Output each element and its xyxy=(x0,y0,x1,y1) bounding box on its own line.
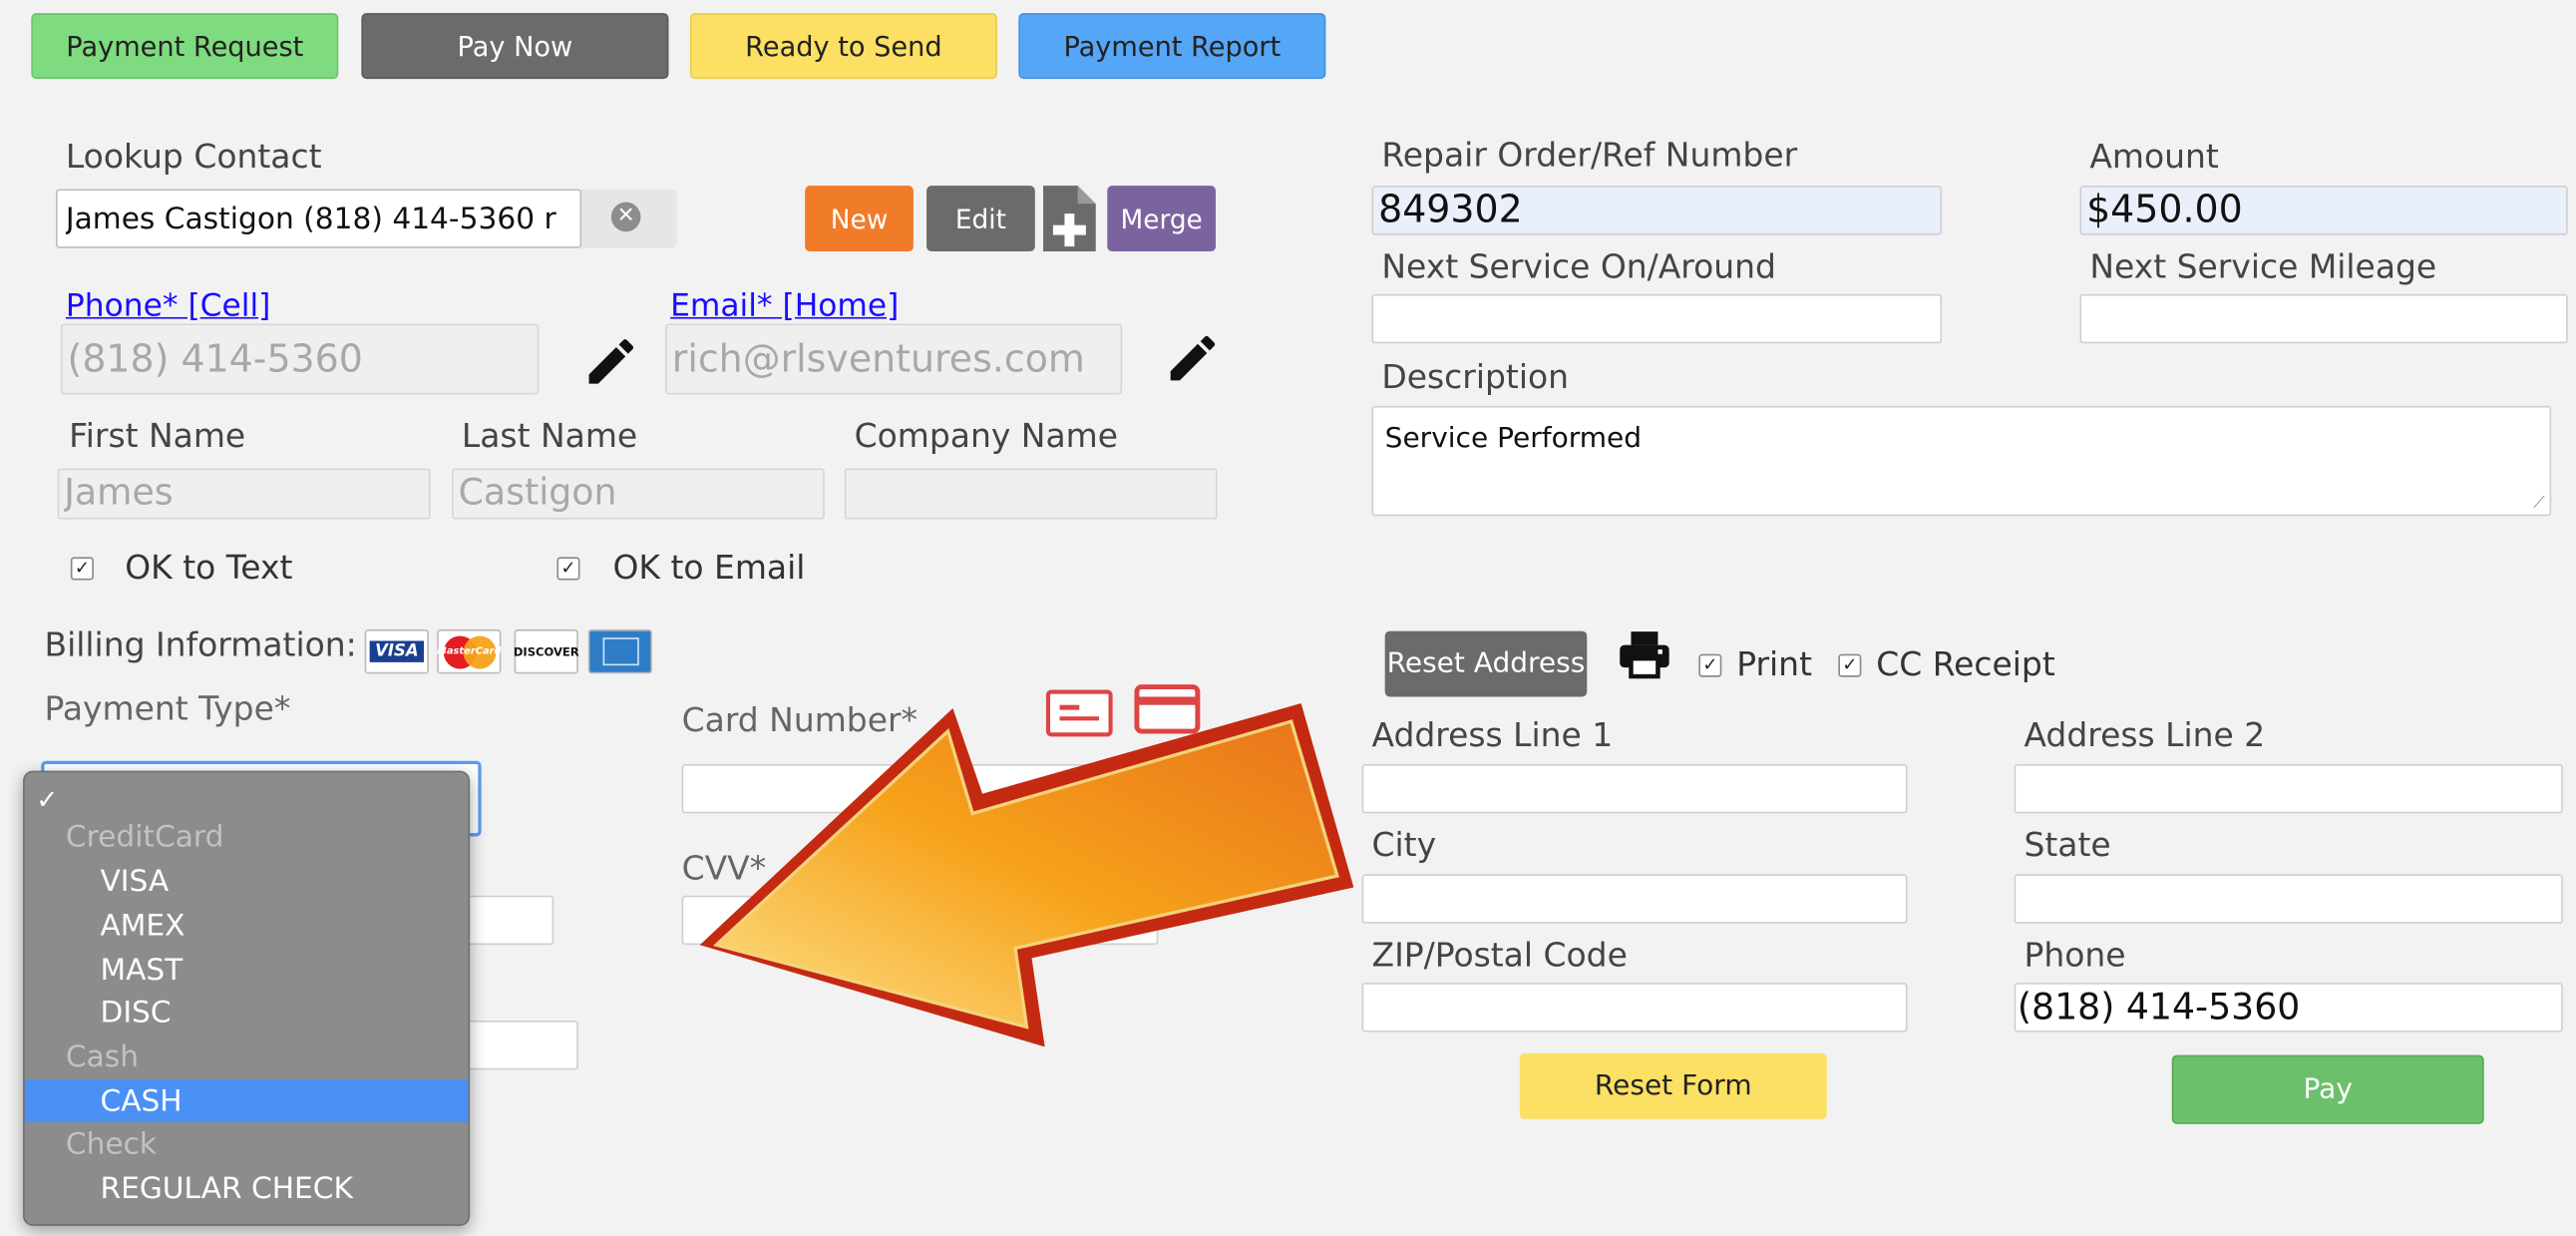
zip-postal-label: ZIP/Postal Code xyxy=(1371,935,1628,975)
dropdown-group-check: Check xyxy=(65,1126,158,1161)
dropdown-group-creditcard: CreditCard xyxy=(65,819,224,854)
clear-lookup-button[interactable]: ✕ xyxy=(581,189,677,248)
lookup-contact-label: Lookup Contact xyxy=(65,136,322,177)
payment-type-dropdown[interactable]: ✓ CreditCard VISA AMEX MAST DISC Cash CA… xyxy=(23,770,471,1226)
state-label: State xyxy=(2024,824,2111,865)
repair-order-value: 849302 xyxy=(1378,189,1523,232)
city-field[interactable] xyxy=(1361,874,1908,924)
description-value: Service Performed xyxy=(1384,422,1643,456)
edit-contact-button[interactable]: Edit xyxy=(926,186,1035,252)
billing-information-label: Billing Information: xyxy=(44,623,357,664)
state-field[interactable] xyxy=(2014,874,2563,924)
pay-button[interactable]: Pay xyxy=(2171,1054,2484,1124)
dropdown-option-mast[interactable]: MAST xyxy=(25,948,469,991)
address-phone-field[interactable]: (818) 414-5360 xyxy=(2014,983,2563,1032)
dropdown-group-cash: Cash xyxy=(65,1038,140,1074)
email-home-link[interactable]: Email* [Home] xyxy=(670,287,899,323)
dropdown-empty-option[interactable]: ✓ xyxy=(25,777,469,820)
phone-field[interactable]: (818) 414-5360 xyxy=(60,323,540,395)
company-name-field[interactable] xyxy=(844,468,1218,520)
selected-check-icon: ✓ xyxy=(36,782,59,815)
add-document-button[interactable] xyxy=(1041,184,1097,252)
ok-to-email-label: OK to Email xyxy=(612,547,806,588)
next-mileage-label: Next Service Mileage xyxy=(2089,246,2437,286)
pay-now-button[interactable]: Pay Now xyxy=(361,13,669,80)
first-name-label: First Name xyxy=(69,415,246,456)
amount-label: Amount xyxy=(2089,136,2219,177)
orange-arrow-icon xyxy=(699,703,1354,1047)
payment-request-button[interactable]: Payment Request xyxy=(31,13,339,80)
last-name-field[interactable]: Castigon xyxy=(452,468,825,520)
close-circle-icon: ✕ xyxy=(610,202,641,232)
reset-address-button[interactable]: Reset Address xyxy=(1384,630,1588,697)
next-service-label: Next Service On/Around xyxy=(1381,246,1776,286)
print-label: Print xyxy=(1736,643,1812,684)
dropdown-option-regular-check[interactable]: REGULAR CHECK xyxy=(25,1167,469,1210)
email-field[interactable]: rich@rlsventures.com xyxy=(665,323,1123,395)
repair-order-field[interactable]: 849302 xyxy=(1371,186,1943,235)
new-contact-button[interactable]: New xyxy=(805,186,914,252)
next-mileage-field[interactable] xyxy=(2079,293,2568,344)
last-name-value: Castigon xyxy=(458,473,617,515)
amount-value: $450.00 xyxy=(2086,189,2243,232)
address-line2-label: Address Line 2 xyxy=(2024,714,2266,755)
phone-field-value: (818) 414-5360 xyxy=(67,337,363,381)
repair-order-label: Repair Order/Ref Number xyxy=(1381,135,1798,175)
cc-receipt-checkbox[interactable]: ✓ xyxy=(1838,653,1862,677)
first-name-value: James xyxy=(64,473,174,515)
mastercard-icon: MasterCard xyxy=(437,628,502,674)
address-phone-value: (818) 414-5360 xyxy=(2017,987,2301,1029)
next-service-field[interactable] xyxy=(1371,293,1943,344)
print-checkbox[interactable]: ✓ xyxy=(1698,653,1722,677)
description-textarea[interactable]: Service Performed ⟋ xyxy=(1371,405,2552,517)
reset-form-button[interactable]: Reset Form xyxy=(1519,1052,1827,1119)
email-field-value: rich@rlsventures.com xyxy=(671,337,1085,381)
address-line1-label: Address Line 1 xyxy=(1371,714,1614,755)
merge-contact-button[interactable]: Merge xyxy=(1107,186,1217,252)
amex-card-icon xyxy=(587,628,652,674)
amount-field[interactable]: $450.00 xyxy=(2079,186,2568,235)
ok-to-email-checkbox[interactable]: ✓ xyxy=(556,557,580,581)
payment-type-label: Payment Type* xyxy=(44,688,291,728)
last-name-label: Last Name xyxy=(461,415,638,456)
discover-card-icon: DISCOVER xyxy=(514,628,579,674)
payment-report-button[interactable]: Payment Report xyxy=(1018,13,1326,80)
dropdown-option-amex[interactable]: AMEX xyxy=(25,904,469,947)
company-name-label: Company Name xyxy=(854,415,1119,456)
zip-postal-field[interactable] xyxy=(1361,983,1908,1032)
visa-card-icon: VISA xyxy=(364,628,429,674)
description-label: Description xyxy=(1381,356,1570,396)
first-name-field[interactable]: James xyxy=(57,468,431,520)
address-line2-field[interactable] xyxy=(2014,763,2563,814)
dropdown-option-cash[interactable]: CASH xyxy=(24,1079,469,1123)
ready-to-send-button[interactable]: Ready to Send xyxy=(689,13,997,80)
expiry-field[interactable] xyxy=(463,895,554,946)
zip-billing-field[interactable] xyxy=(463,1020,578,1070)
printer-icon[interactable] xyxy=(1617,629,1672,679)
ok-to-text-checkbox[interactable]: ✓ xyxy=(70,557,94,581)
dropdown-option-visa[interactable]: VISA xyxy=(25,860,469,903)
ok-to-text-label: OK to Text xyxy=(125,547,293,588)
cc-receipt-label: CC Receipt xyxy=(1876,643,2055,684)
address-phone-label: Phone xyxy=(2024,935,2126,975)
city-label: City xyxy=(1371,824,1437,865)
add-document-icon xyxy=(1043,186,1096,252)
lookup-contact-value: James Castigon (818) 414-5360 r xyxy=(65,201,556,236)
dropdown-option-disc[interactable]: DISC xyxy=(25,991,469,1033)
resize-handle-icon[interactable]: ⟋ xyxy=(2533,495,2545,513)
phone-cell-link[interactable]: Phone* [Cell] xyxy=(66,287,270,323)
address-line1-field[interactable] xyxy=(1361,763,1908,814)
edit-email-pencil-icon[interactable] xyxy=(1163,328,1222,387)
lookup-contact-input[interactable]: James Castigon (818) 414-5360 r xyxy=(56,189,582,248)
edit-phone-pencil-icon[interactable] xyxy=(581,332,640,391)
